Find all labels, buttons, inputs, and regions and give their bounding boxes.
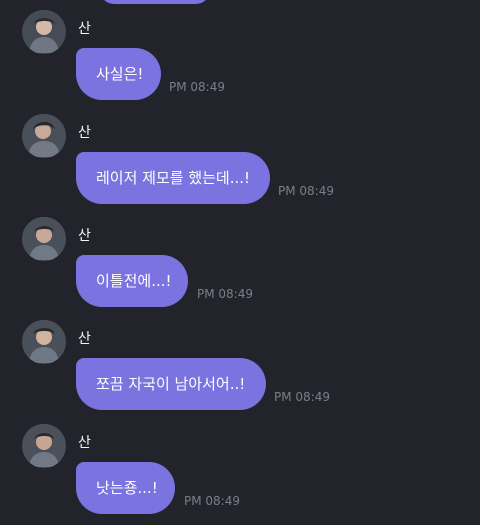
sender-avatar[interactable] xyxy=(22,424,66,468)
message-time: PM 08:49 xyxy=(184,494,240,508)
message-5: 산 낫는죵...! PM 08:49 xyxy=(0,424,480,525)
chat-thread[interactable]: 산 사실은! PM 08:49 산 레이저 제모를 했는데...! PM 08:… xyxy=(0,0,480,525)
message-bubble[interactable]: 낫는죵...! xyxy=(76,462,175,514)
sender-name: 산 xyxy=(78,331,92,347)
sender-avatar[interactable] xyxy=(22,10,66,54)
person-avatar-icon xyxy=(22,217,66,261)
sender-avatar[interactable] xyxy=(22,217,66,261)
message-bubble[interactable]: 이틀전에...! xyxy=(76,255,188,307)
message-1: 산 사실은! PM 08:49 xyxy=(0,10,480,114)
sender-name: 산 xyxy=(78,21,92,37)
previous-message-bubble xyxy=(100,0,210,4)
message-4: 산 쪼끔 자국이 남아서어..! PM 08:49 xyxy=(0,320,480,424)
person-avatar-icon xyxy=(22,424,66,468)
sender-name: 산 xyxy=(78,125,92,141)
message-time: PM 08:49 xyxy=(274,390,330,404)
sender-name: 산 xyxy=(78,228,92,244)
person-avatar-icon xyxy=(22,10,66,54)
message-bubble[interactable]: 사실은! xyxy=(76,48,161,100)
message-bubble[interactable]: 쪼끔 자국이 남아서어..! xyxy=(76,358,266,410)
message-time: PM 08:49 xyxy=(169,80,225,94)
person-avatar-icon xyxy=(22,320,66,364)
sender-avatar[interactable] xyxy=(22,320,66,364)
message-bubble[interactable]: 레이저 제모를 했는데...! xyxy=(76,152,270,204)
message-time: PM 08:49 xyxy=(278,184,334,198)
person-avatar-icon xyxy=(22,114,66,158)
message-2: 산 레이저 제모를 했는데...! PM 08:49 xyxy=(0,114,480,218)
message-time: PM 08:49 xyxy=(197,287,253,301)
message-3: 산 이틀전에...! PM 08:49 xyxy=(0,217,480,321)
sender-name: 산 xyxy=(78,435,92,451)
sender-avatar[interactable] xyxy=(22,114,66,158)
